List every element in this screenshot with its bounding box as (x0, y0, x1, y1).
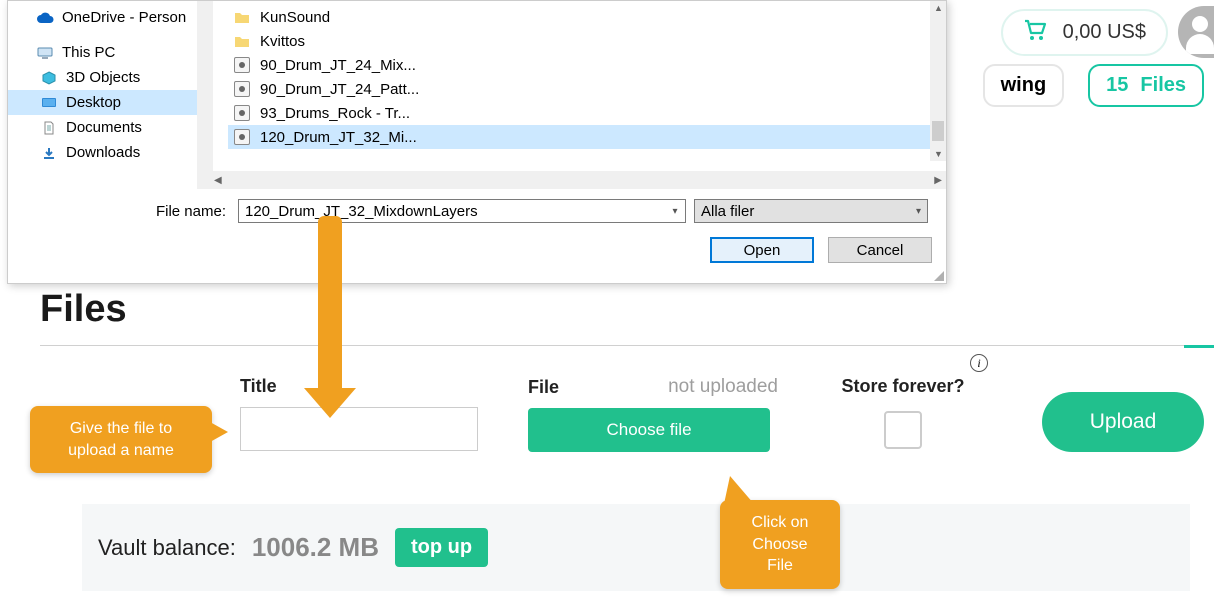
annotation-arrow (318, 216, 356, 418)
cart-total: 0,00 US$ (1063, 21, 1146, 44)
file-row-folder[interactable]: KunSound (228, 5, 946, 29)
cancel-button[interactable]: Cancel (828, 237, 932, 263)
annotation-text: Give the file to (70, 420, 172, 437)
file-label: File (528, 377, 559, 398)
annotation-give-name: Give the file to upload a name (30, 406, 212, 473)
open-button[interactable]: Open (710, 237, 814, 263)
resize-grip[interactable] (932, 269, 944, 281)
divider (40, 345, 1204, 346)
info-icon[interactable]: i (970, 354, 988, 372)
files-count: 15 (1106, 74, 1128, 97)
cart-pill[interactable]: 0,00 US$ (1001, 9, 1168, 56)
nav-3d-objects[interactable]: 3D Objects (8, 65, 209, 90)
page-title: Files (40, 288, 1204, 331)
folder-icon (232, 8, 252, 26)
divider-accent (1184, 345, 1214, 348)
file-row-audio[interactable]: 90_Drum_JT_24_Mix... (228, 53, 946, 77)
tab-partial-label: wing (1001, 74, 1047, 97)
audio-file-icon (232, 80, 252, 98)
file-row-folder[interactable]: Kvittos (228, 29, 946, 53)
filename-input[interactable] (239, 203, 665, 220)
file-row-audio[interactable]: 90_Drum_JT_24_Patt... (228, 77, 946, 101)
scroll-right-icon: ▶ (934, 175, 942, 186)
chevron-down-icon: ▾ (916, 206, 921, 217)
filetype-select[interactable]: Alla filer ▾ (694, 199, 928, 223)
chevron-down-icon[interactable]: ▾ (665, 206, 685, 217)
nav-label: Downloads (66, 144, 140, 161)
annotation-text: upload a name (68, 442, 174, 459)
file-name: Kvittos (260, 33, 305, 50)
cloud-icon (36, 11, 54, 25)
file-name: KunSound (260, 9, 330, 26)
nav-this-pc[interactable]: This PC (8, 40, 209, 65)
vault-balance-value: 1006.2 MB (252, 532, 379, 563)
filetype-value: Alla filer (701, 203, 754, 220)
cart-icon (1023, 19, 1047, 46)
file-name: 90_Drum_JT_24_Mix... (260, 57, 416, 74)
audio-file-icon (232, 104, 252, 122)
document-icon (40, 121, 58, 135)
annotation-click-choose: Click on Choose File (720, 500, 840, 589)
nav-label: Desktop (66, 94, 121, 111)
nav-desktop[interactable]: Desktop (8, 90, 209, 115)
nav-label: 3D Objects (66, 69, 140, 86)
filename-label: File name: (20, 203, 230, 220)
download-icon (40, 146, 58, 160)
file-name: 90_Drum_JT_24_Patt... (260, 81, 419, 98)
store-forever-label: Store forever? (841, 376, 964, 397)
file-row-audio[interactable]: 93_Drums_Rock - Tr... (228, 101, 946, 125)
tab-files[interactable]: 15 Files (1088, 64, 1204, 107)
scroll-left-icon: ◀ (214, 175, 222, 186)
file-name: 120_Drum_JT_32_Mi... (260, 129, 417, 146)
cube-icon (40, 71, 58, 85)
file-name: 93_Drums_Rock - Tr... (260, 105, 410, 122)
topup-button[interactable]: top up (395, 528, 488, 567)
nav-downloads[interactable]: Downloads (8, 140, 209, 165)
audio-file-icon (232, 56, 252, 74)
file-row-audio-selected[interactable]: 120_Drum_JT_32_Mi... (228, 125, 946, 149)
nav-label: Documents (66, 119, 142, 136)
vault-balance-box: Vault balance: 1006.2 MB top up (82, 504, 1190, 591)
file-list-hscrollbar[interactable]: ◀ ▶ (210, 171, 946, 189)
upload-status: not uploaded (668, 376, 778, 398)
upload-button[interactable]: Upload (1042, 392, 1204, 452)
folder-icon (232, 32, 252, 50)
nav-label: This PC (62, 44, 115, 61)
store-forever-checkbox[interactable] (884, 411, 922, 449)
title-input[interactable] (240, 407, 478, 451)
nav-onedrive[interactable]: OneDrive - Person (8, 5, 209, 30)
monitor-icon (36, 46, 54, 60)
filename-combo[interactable]: ▾ (238, 199, 686, 223)
file-list-vscrollbar[interactable]: ▲ ▼ (930, 1, 946, 161)
annotation-text: Click on (752, 514, 809, 531)
choose-file-button[interactable]: Choose file (528, 408, 770, 452)
tab-partial[interactable]: wing (983, 64, 1065, 107)
avatar[interactable] (1178, 6, 1214, 58)
nav-label: OneDrive - Person (62, 9, 186, 26)
title-label: Title (240, 376, 478, 397)
nav-documents[interactable]: Documents (8, 115, 209, 140)
files-label: Files (1140, 74, 1186, 97)
file-open-dialog: OneDrive - Person This PC 3D Objects Des… (7, 0, 947, 284)
audio-file-icon (232, 128, 252, 146)
annotation-text: Choose File (752, 536, 807, 575)
navigation-pane: OneDrive - Person This PC 3D Objects Des… (8, 1, 210, 189)
desktop-icon (40, 96, 58, 110)
vault-balance-label: Vault balance: (98, 535, 236, 561)
file-list-pane: KunSound Kvittos 90_Drum_JT_24_Mix... 90… (210, 1, 946, 189)
